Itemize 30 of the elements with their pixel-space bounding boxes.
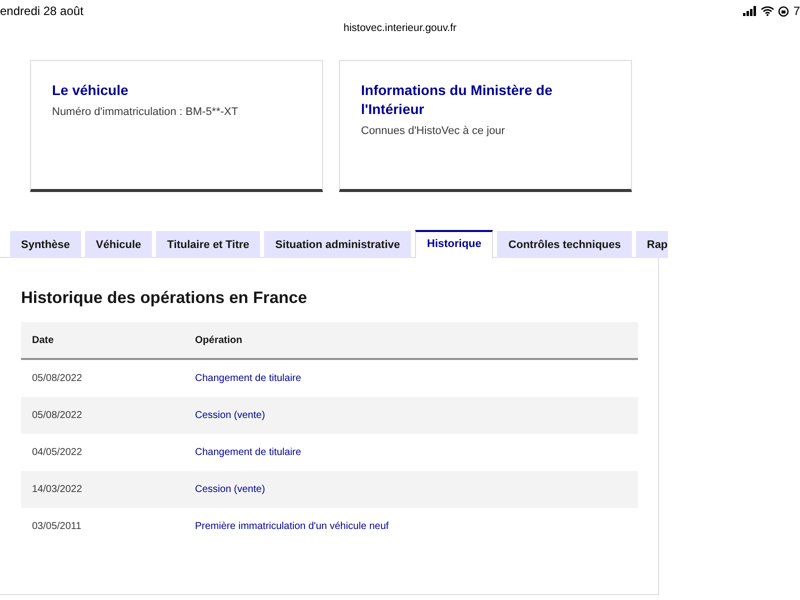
- table-cell: 05/08/2022: [21, 397, 184, 434]
- rotation-lock-icon: [778, 6, 790, 16]
- tab[interactable]: Contrôles techniques: [497, 231, 632, 258]
- tab[interactable]: Situation administrative: [264, 231, 411, 258]
- operation-link[interactable]: Cession (vente): [184, 397, 638, 434]
- operation-link[interactable]: Changement de titulaire: [184, 434, 638, 471]
- tab[interactable]: Titulaire et Titre: [156, 231, 260, 258]
- card-text: Numéro d'immatriculation : BM-5**-XT: [52, 106, 240, 118]
- table-cell: 03/05/2011: [21, 508, 184, 545]
- signal-icon: [743, 6, 758, 16]
- operation-link[interactable]: Changement de titulaire: [184, 359, 638, 397]
- card-title: Le véhicule: [52, 81, 130, 100]
- table-cell: 05/08/2022: [21, 359, 184, 397]
- card-title: Informations du Ministère de l'Intérieur: [361, 81, 554, 119]
- tab[interactable]: Rap: [636, 231, 668, 258]
- operation-link[interactable]: Cession (vente): [184, 471, 638, 508]
- column-header: Opération: [184, 322, 638, 359]
- section-title: Historique des opérations en France: [21, 289, 308, 308]
- battery-percent: 7: [793, 4, 800, 18]
- table-cell: 04/05/2022: [21, 434, 184, 471]
- table-cell: 14/03/2022: [21, 471, 184, 508]
- tab[interactable]: Historique: [415, 230, 494, 258]
- wifi-icon: [761, 6, 774, 16]
- column-header: Date: [21, 322, 184, 359]
- address-url[interactable]: histovec.interieur.gouv.fr: [343, 22, 457, 36]
- tab[interactable]: Véhicule: [84, 231, 152, 258]
- tab[interactable]: Synthèse: [10, 231, 81, 258]
- card-text: Connues d'HistoVec à ce jour: [361, 125, 506, 137]
- operation-link[interactable]: Première immatriculation d'un véhicule neuf: [184, 508, 638, 545]
- status-date: endredi 28 août: [0, 4, 84, 18]
